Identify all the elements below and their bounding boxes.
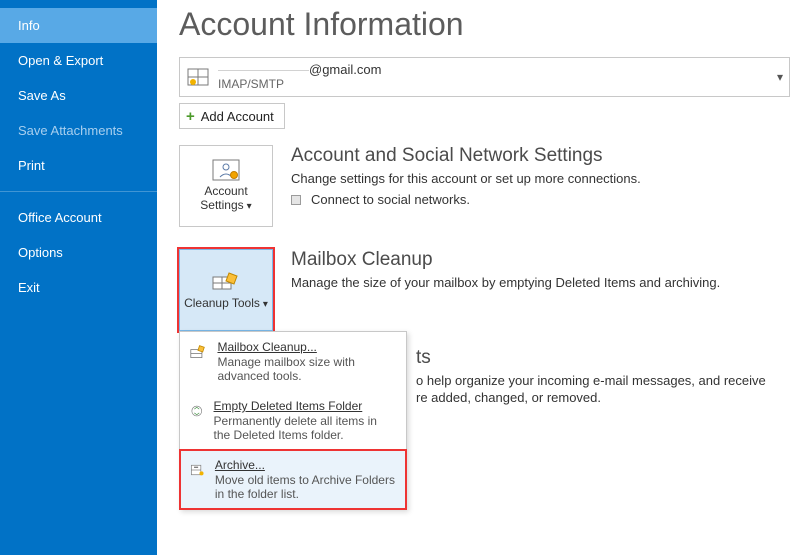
main-panel: Account Information ———————@gmail.com IM… [157,0,812,555]
section-mailbox-cleanup: Cleanup Tools▾ Mailbox Cleanup Manage th… [179,249,790,331]
caret-down-icon: ▾ [777,70,783,84]
menu-archive-desc: Move old items to Archive Folders in the… [215,473,396,501]
menu-archive-name: Archive... [215,458,396,472]
account-selector[interactable]: ———————@gmail.com IMAP/SMTP ▾ [179,57,790,97]
sidebar-item-open-export[interactable]: Open & Export [0,43,157,78]
menu-empty-deleted[interactable]: Empty Deleted Items Folder Permanently d… [180,391,406,450]
menu-archive[interactable]: Archive... Move old items to Archive Fol… [180,450,406,509]
cleanup-icon [211,269,241,293]
account-settings-label: Account Settings [200,184,247,212]
sidebar-item-exit[interactable]: Exit [0,270,157,305]
menu-mailbox-cleanup[interactable]: Mailbox Cleanup... Manage mailbox size w… [180,332,406,391]
account-settings-tile[interactable]: Account Settings▾ [179,145,273,227]
section-account-settings: Account Settings▾ Account and Social Net… [179,145,790,227]
rules-title-tail: ts [416,347,766,369]
sweep-icon [190,341,207,363]
add-account-button[interactable]: + Add Account [179,103,285,129]
rules-desc-line2: re added, changed, or removed. [416,390,766,405]
page-title: Account Information [179,6,790,43]
archive-icon [190,459,205,481]
account-icon [212,159,240,181]
rules-desc-line1: o help organize your incoming e-mail mes… [416,373,766,388]
sidebar-item-options[interactable]: Options [0,235,157,270]
cleanup-section-title: Mailbox Cleanup [291,249,720,271]
account-email: ———————@gmail.com [218,63,381,78]
sidebar-item-save-attachments: Save Attachments [0,113,157,148]
connect-social-link[interactable]: Connect to social networks. [291,192,641,207]
cleanup-tools-tile[interactable]: Cleanup Tools▾ [179,249,273,331]
settings-section-desc: Change settings for this account or set … [291,171,641,186]
account-protocol: IMAP/SMTP [218,78,381,92]
sidebar-item-office-account[interactable]: Office Account [0,200,157,235]
settings-section-title: Account and Social Network Settings [291,145,641,167]
cleanup-tools-dropdown: Mailbox Cleanup... Manage mailbox size w… [179,331,407,510]
add-account-label: Add Account [201,109,274,124]
sidebar: Info Open & Export Save As Save Attachme… [0,0,157,555]
sidebar-separator [0,191,157,192]
recycle-icon [190,400,204,422]
cleanup-section-desc: Manage the size of your mailbox by empty… [291,275,720,290]
sidebar-item-info[interactable]: Info [0,8,157,43]
sidebar-item-print[interactable]: Print [0,148,157,183]
menu-mailbox-cleanup-desc: Manage mailbox size with advanced tools. [217,355,396,383]
sidebar-item-save-as[interactable]: Save As [0,78,157,113]
menu-empty-deleted-name: Empty Deleted Items Folder [214,399,396,413]
plus-icon: + [186,108,195,125]
cleanup-tools-label: Cleanup Tools [184,296,260,310]
menu-mailbox-cleanup-name: Mailbox Cleanup... [217,340,396,354]
square-bullet-icon [291,195,301,205]
menu-empty-deleted-desc: Permanently delete all items in the Dele… [214,414,396,442]
mailbox-icon [186,65,210,89]
